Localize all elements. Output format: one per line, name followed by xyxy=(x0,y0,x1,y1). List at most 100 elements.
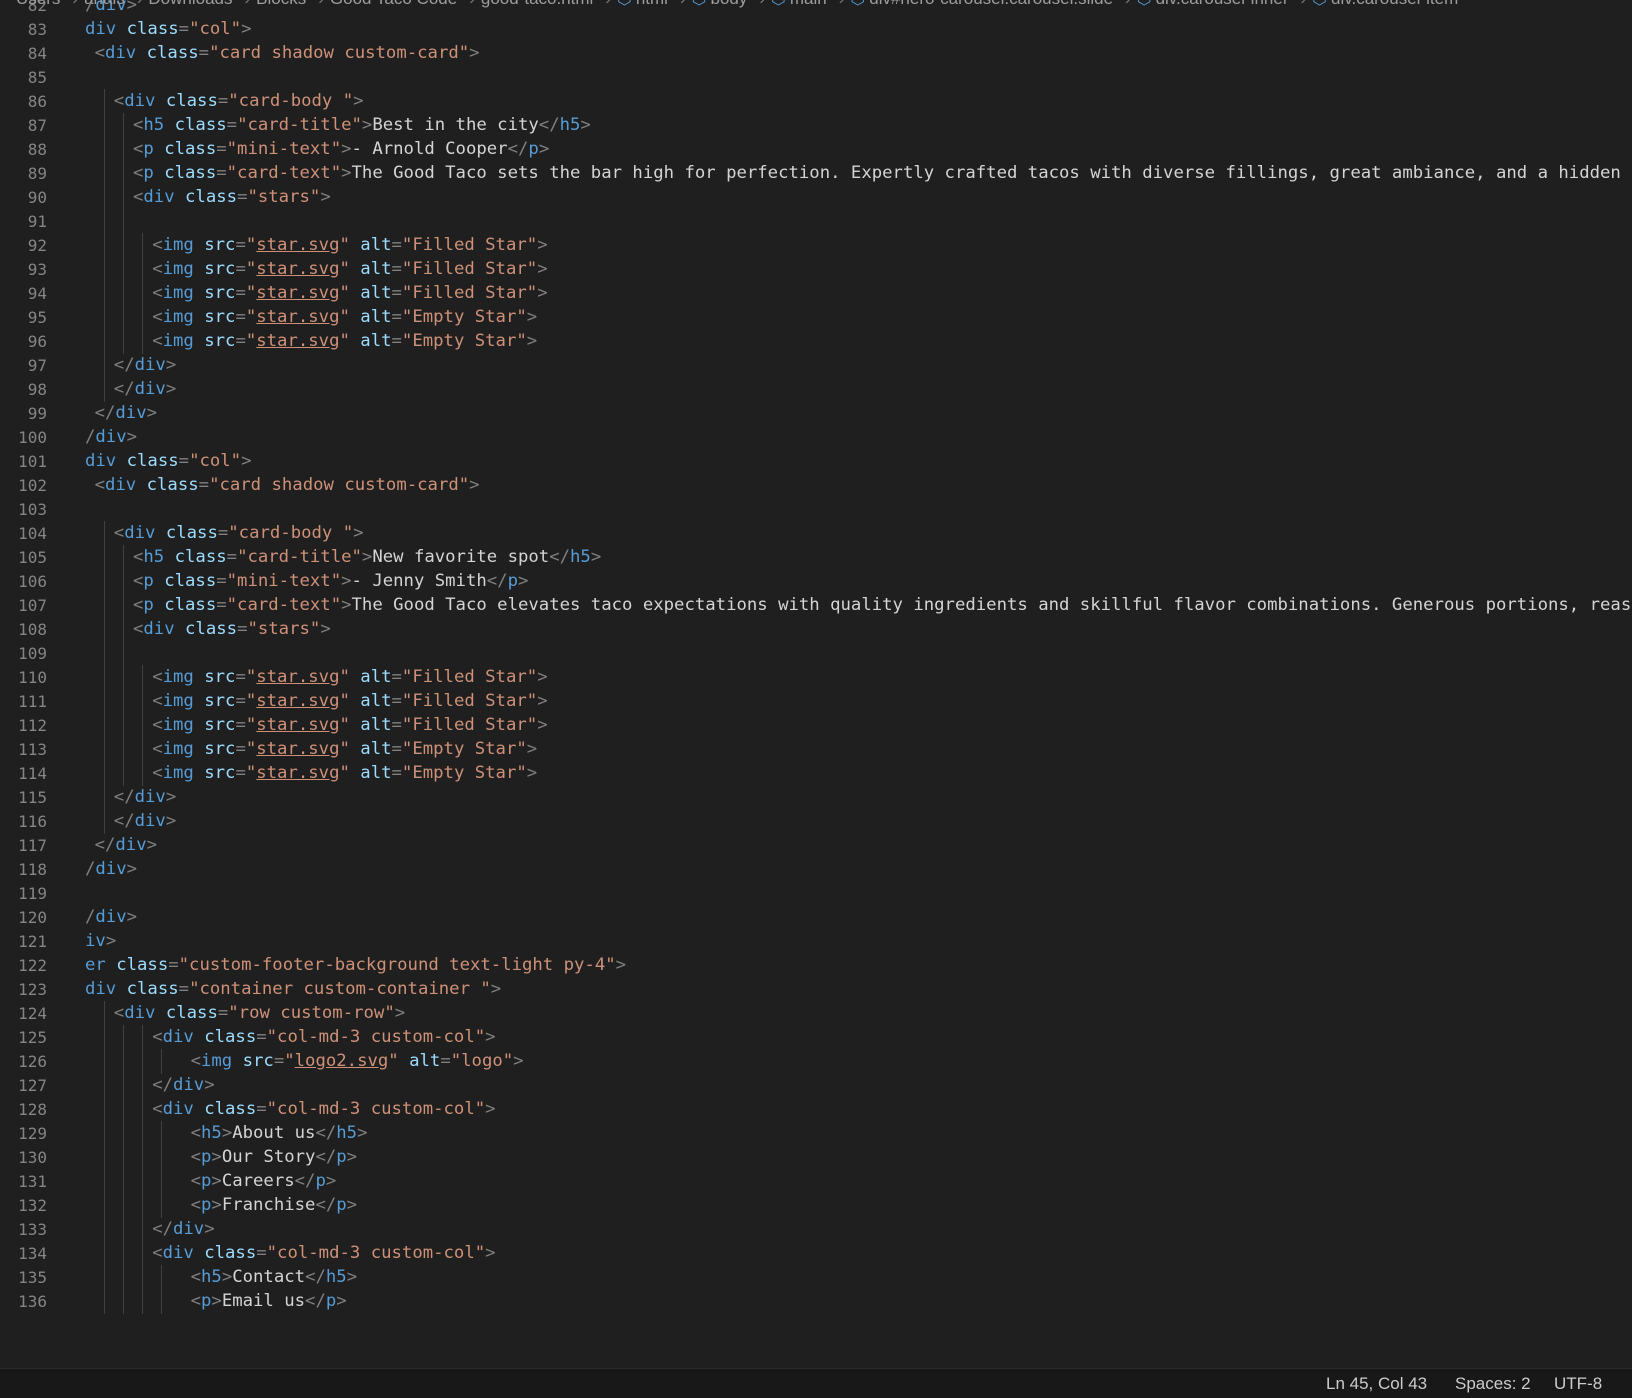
file-link[interactable]: star.svg xyxy=(256,691,339,711)
breadcrumb-item[interactable]: div.carousel-item xyxy=(1331,0,1458,8)
code-line[interactable]: 84 <div class="card shadow custom-card"> xyxy=(0,41,1632,66)
indent-guide xyxy=(103,1097,105,1122)
code-line[interactable]: 89 <p class="card-text">The Good Taco set… xyxy=(0,161,1632,186)
code-line[interactable]: 135 <h5>Contact</h5> xyxy=(0,1265,1632,1290)
code-line[interactable]: 111 <img src="star.svg" alt="Filled Star"… xyxy=(0,689,1632,714)
code-token: class xyxy=(126,451,179,471)
code-line[interactable]: 115 </div> xyxy=(0,785,1632,810)
code-line[interactable]: 108 <div class="stars"> xyxy=(0,617,1632,642)
code-line[interactable]: 92 <img src="star.svg" alt="Filled Star"> xyxy=(0,233,1632,258)
code-line[interactable]: 113 <img src="star.svg" alt="Empty Star"> xyxy=(0,737,1632,762)
breadcrumb-item[interactable]: Blocks xyxy=(256,0,306,8)
file-link[interactable]: star.svg xyxy=(256,331,339,351)
code-line[interactable]: 131 <p>Careers</p> xyxy=(0,1169,1632,1194)
code-line[interactable]: 129 <h5>About us</h5> xyxy=(0,1121,1632,1146)
code-token: > xyxy=(341,163,352,183)
code-line[interactable]: 119 xyxy=(0,881,1632,906)
code-token: src xyxy=(204,667,236,687)
code-token: div xyxy=(85,979,127,999)
code-line[interactable]: 86 <div class="card-body "> xyxy=(0,89,1632,114)
code-line[interactable]: 133 </div> xyxy=(0,1217,1632,1242)
breadcrumb-item[interactable]: Good Taco Code xyxy=(330,0,457,8)
code-line[interactable]: 83 div class="col"> xyxy=(0,17,1632,42)
code-line[interactable]: 123 div class="container custom-container… xyxy=(0,977,1632,1002)
file-link[interactable]: star.svg xyxy=(256,259,339,279)
code-token: " xyxy=(245,763,257,783)
code-token: p xyxy=(336,1195,347,1215)
code-line[interactable]: 105 <h5 class="card-title">New favorite s… xyxy=(0,545,1632,570)
code-line[interactable]: 85 xyxy=(0,65,1632,90)
file-link[interactable]: star.svg xyxy=(256,235,339,255)
file-link[interactable]: star.svg xyxy=(256,667,339,687)
code-token: p xyxy=(528,139,539,159)
code-line[interactable]: 96 <img src="star.svg" alt="Empty Star"> xyxy=(0,329,1632,354)
code-line[interactable]: 100/div> xyxy=(0,425,1632,450)
code-token: "Empty Star" xyxy=(401,331,527,351)
code-token: h5 xyxy=(143,115,175,135)
code-line[interactable]: 128 <div class="col-md-3 custom-col"> xyxy=(0,1097,1632,1122)
code-line[interactable]: 125 <div class="col-md-3 custom-col"> xyxy=(0,1025,1632,1050)
breadcrumb-item[interactable]: html xyxy=(636,0,668,8)
breadcrumb-item[interactable]: Users xyxy=(16,0,60,8)
file-link[interactable]: logo2.svg xyxy=(295,1051,389,1071)
code-line[interactable]: 102 <div class="card shadow custom-card"> xyxy=(0,473,1632,498)
code-line[interactable]: 88 <p class="mini-text">- Arnold Cooper</… xyxy=(0,137,1632,162)
breadcrumb-item[interactable]: Downloads xyxy=(148,0,232,8)
code-line[interactable]: 99 </div> xyxy=(0,401,1632,426)
code-line[interactable]: 136 <p>Email us</p> xyxy=(0,1289,1632,1314)
code-token: < xyxy=(133,571,144,591)
code-line[interactable]: 107 <p class="card-text">The Good Taco el… xyxy=(0,593,1632,618)
code-line[interactable]: 97 </div> xyxy=(0,353,1632,378)
breadcrumb-item[interactable]: body xyxy=(710,0,747,8)
code-line[interactable]: 116 </div> xyxy=(0,809,1632,834)
file-link[interactable]: star.svg xyxy=(256,715,339,735)
code-line[interactable]: 122 er class="custom-footer-background te… xyxy=(0,953,1632,978)
indentation-setting[interactable]: Spaces: 2 xyxy=(1455,1374,1531,1394)
file-link[interactable]: star.svg xyxy=(256,307,339,327)
code-editor[interactable]: 82/div> 83 div class="col"> 84 <div class="c… xyxy=(0,0,1632,1368)
code-line[interactable]: 117 </div> xyxy=(0,833,1632,858)
code-token: "card-body " xyxy=(228,523,354,543)
code-line[interactable]: 134 <div class="col-md-3 custom-col"> xyxy=(0,1241,1632,1266)
code-line[interactable]: 120/div> xyxy=(0,905,1632,930)
indent-guide xyxy=(142,257,143,282)
code-line[interactable]: 98 </div> xyxy=(0,377,1632,402)
cursor-position[interactable]: Ln 45, Col 43 xyxy=(1326,1374,1427,1394)
code-line[interactable]: 110 <img src="star.svg" alt="Filled Star"… xyxy=(0,665,1632,690)
breadcrumb-item[interactable]: main xyxy=(790,0,827,8)
code-line[interactable]: 126 <img src="logo2.svg" alt="logo"> xyxy=(0,1049,1632,1074)
code-line[interactable]: 132 <p>Franchise</p> xyxy=(0,1193,1632,1218)
code-token: > xyxy=(320,619,331,639)
code-token: p xyxy=(143,139,165,159)
code-line[interactable]: 121 iv> xyxy=(0,929,1632,954)
line-number: 131 xyxy=(18,1172,47,1191)
code-line[interactable]: 94 <img src="star.svg" alt="Filled Star"> xyxy=(0,281,1632,306)
file-link[interactable]: star.svg xyxy=(256,739,339,759)
line-number: 120 xyxy=(18,908,47,927)
code-line[interactable]: 114 <img src="star.svg" alt="Empty Star"> xyxy=(0,761,1632,786)
code-line[interactable]: 101 div class="col"> xyxy=(0,449,1632,474)
line-number: 125 xyxy=(18,1028,47,1047)
breadcrumb-item[interactable]: div.carousel-inner xyxy=(1156,0,1289,8)
code-line[interactable]: 109 xyxy=(0,641,1632,666)
code-line[interactable]: 90 <div class="stars"> xyxy=(0,185,1632,210)
file-link[interactable]: star.svg xyxy=(256,763,339,783)
code-line[interactable]: 87 <h5 class="card-title">Best in the cit… xyxy=(0,113,1632,138)
code-line[interactable]: 127 </div> xyxy=(0,1073,1632,1098)
code-line[interactable]: 118/div> xyxy=(0,857,1632,882)
breadcrumb-item[interactable]: div#hero-carousel.carousel.slide xyxy=(869,0,1113,8)
code-line[interactable]: 91 xyxy=(0,209,1632,234)
code-line[interactable]: 130 <p>Our Story</p> xyxy=(0,1145,1632,1170)
code-line[interactable]: 103 xyxy=(0,497,1632,522)
code-line[interactable]: 124 <div class="row custom-row"> xyxy=(0,1001,1632,1026)
encoding-setting[interactable]: UTF-8 xyxy=(1554,1374,1602,1394)
code-line[interactable]: 95 <img src="star.svg" alt="Empty Star"> xyxy=(0,305,1632,330)
code-token: div xyxy=(124,91,166,111)
breadcrumb-item[interactable]: good-taco.html xyxy=(481,0,593,8)
code-line[interactable]: 106 <p class="mini-text">- Jenny Smith</p… xyxy=(0,569,1632,594)
file-link[interactable]: star.svg xyxy=(256,283,339,303)
code-line[interactable]: 104 <div class="card-body "> xyxy=(0,521,1632,546)
code-line[interactable]: 112 <img src="star.svg" alt="Filled Star"… xyxy=(0,713,1632,738)
code-line[interactable]: 93 <img src="star.svg" alt="Filled Star"> xyxy=(0,257,1632,282)
breadcrumb-item[interactable]: anais xyxy=(84,0,125,8)
